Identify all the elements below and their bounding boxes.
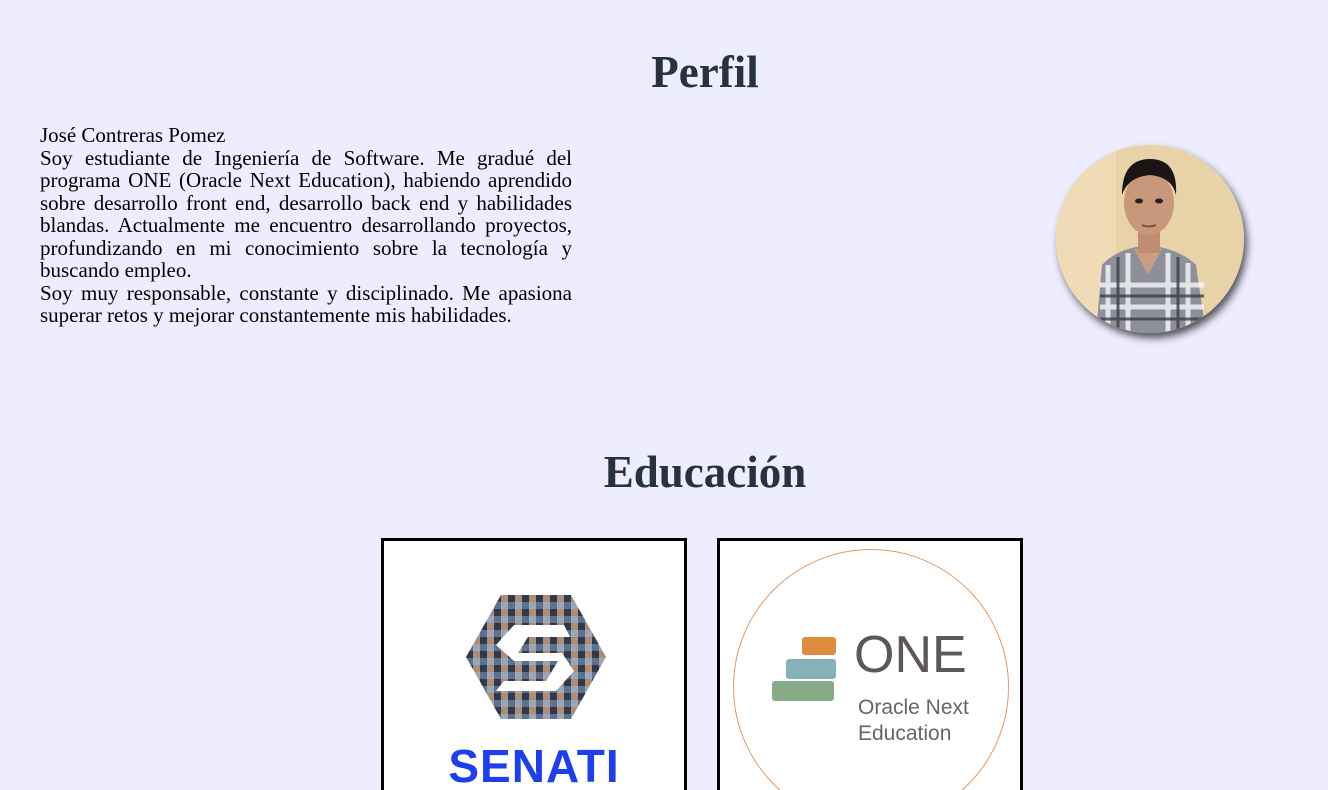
education-section-title: Educación xyxy=(603,447,807,497)
one-logo-subtitle-line1: Oracle Next xyxy=(858,696,969,719)
senati-logo-text: SENATI xyxy=(448,740,620,790)
profile-paragraph-1: Soy estudiante de Ingeniería de Software… xyxy=(40,145,572,282)
profile-section-title: Perfil xyxy=(651,47,759,97)
profile-name: José Contreras Pomez xyxy=(40,123,226,147)
profile-paragraph-2: Soy muy responsable, constante y discipl… xyxy=(40,280,572,327)
profile-description: José Contreras Pomez Soy estudiante de I… xyxy=(40,124,572,327)
one-logo-text: ONE xyxy=(854,626,967,684)
avatar-photo xyxy=(1056,145,1244,333)
one-logo-subtitle-line2: Education xyxy=(858,722,952,745)
education-card-senati: SENATI xyxy=(381,538,687,790)
profile-avatar xyxy=(1056,145,1244,333)
one-logo-icon xyxy=(772,637,836,701)
education-card-one: ONE Oracle Next Education xyxy=(717,538,1023,790)
one-logo-subtitle: Oracle Next Education xyxy=(858,695,969,747)
senati-logo-icon xyxy=(466,595,606,719)
portfolio-page: Perfil José Contreras Pomez Soy estudian… xyxy=(0,0,1328,790)
